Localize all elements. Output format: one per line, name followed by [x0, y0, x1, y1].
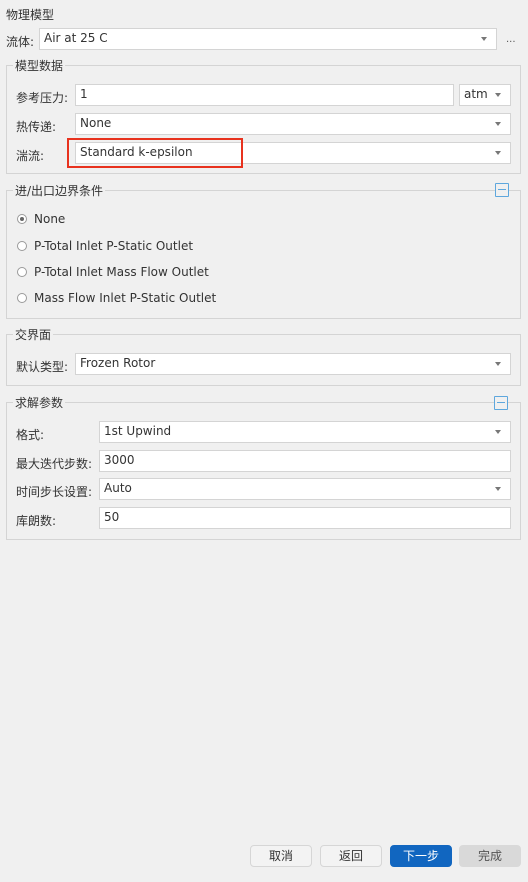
radio-option-none[interactable]: None	[17, 211, 65, 227]
collapse-icon[interactable]	[495, 183, 509, 197]
interface-title: 交界面	[13, 326, 54, 343]
scheme-label: 格式:	[16, 428, 45, 442]
collapse-icon[interactable]	[494, 396, 508, 410]
fluid-value: Air at 25 C	[44, 31, 108, 45]
chevron-down-icon	[495, 430, 501, 434]
default-type-label: 默认类型:	[16, 360, 69, 374]
radio-option-ptotal-massflow[interactable]: P-Total Inlet Mass Flow Outlet	[17, 264, 209, 280]
max-iterations-label: 最大迭代步数:	[16, 457, 93, 471]
radio-unchecked-icon[interactable]	[17, 293, 27, 303]
heat-transfer-label: 热传递:	[16, 120, 57, 134]
courant-label: 库朗数:	[16, 514, 57, 528]
chevron-down-icon	[495, 93, 501, 97]
chevron-down-icon	[495, 362, 501, 366]
timestep-label: 时间步长设置:	[16, 485, 93, 499]
highlight-box	[67, 138, 243, 168]
timestep-value: Auto	[104, 481, 132, 495]
next-button[interactable]: 下一步	[390, 845, 452, 867]
courant-input[interactable]: 50	[99, 507, 511, 529]
finish-button[interactable]: 完成	[459, 845, 521, 867]
scheme-select[interactable]: 1st Upwind	[99, 421, 511, 443]
fluid-select[interactable]: Air at 25 C	[39, 28, 497, 50]
chevron-down-icon	[481, 37, 487, 41]
chevron-down-icon	[495, 151, 501, 155]
radio-label: P-Total Inlet Mass Flow Outlet	[34, 265, 209, 279]
reference-pressure-label: 参考压力:	[16, 91, 69, 105]
chevron-down-icon	[495, 122, 501, 126]
reference-pressure-input[interactable]: 1	[75, 84, 454, 106]
model-data-title: 模型数据	[13, 57, 66, 74]
pressure-unit-select[interactable]: atm	[459, 84, 511, 106]
solver-title: 求解参数	[13, 394, 66, 411]
timestep-select[interactable]: Auto	[99, 478, 511, 500]
chevron-down-icon	[495, 487, 501, 491]
radio-option-massflow-pstatic[interactable]: Mass Flow Inlet P-Static Outlet	[17, 290, 216, 306]
browse-fluid-button[interactable]: ...	[506, 34, 516, 45]
heat-transfer-value: None	[80, 116, 112, 130]
default-type-value: Frozen Rotor	[80, 356, 156, 370]
fluid-label: 流体:	[6, 35, 35, 49]
radio-label: P-Total Inlet P-Static Outlet	[34, 239, 194, 253]
cancel-button[interactable]: 取消	[250, 845, 312, 867]
turbulence-label: 湍流:	[16, 149, 45, 163]
heat-transfer-select[interactable]: None	[75, 113, 511, 135]
section-title: 物理模型	[6, 8, 55, 22]
scheme-value: 1st Upwind	[104, 424, 172, 438]
radio-checked-icon[interactable]	[17, 214, 27, 224]
back-button[interactable]: 返回	[320, 845, 382, 867]
radio-label: Mass Flow Inlet P-Static Outlet	[34, 291, 217, 305]
pressure-unit-value: atm	[464, 87, 488, 101]
default-type-select[interactable]: Frozen Rotor	[75, 353, 511, 375]
radio-label: None	[34, 212, 66, 226]
max-iterations-input[interactable]: 3000	[99, 450, 511, 472]
boundary-title: 进/出口边界条件	[13, 182, 106, 199]
radio-unchecked-icon[interactable]	[17, 241, 27, 251]
radio-option-ptotal-pstatic[interactable]: P-Total Inlet P-Static Outlet	[17, 238, 193, 254]
radio-unchecked-icon[interactable]	[17, 267, 27, 277]
